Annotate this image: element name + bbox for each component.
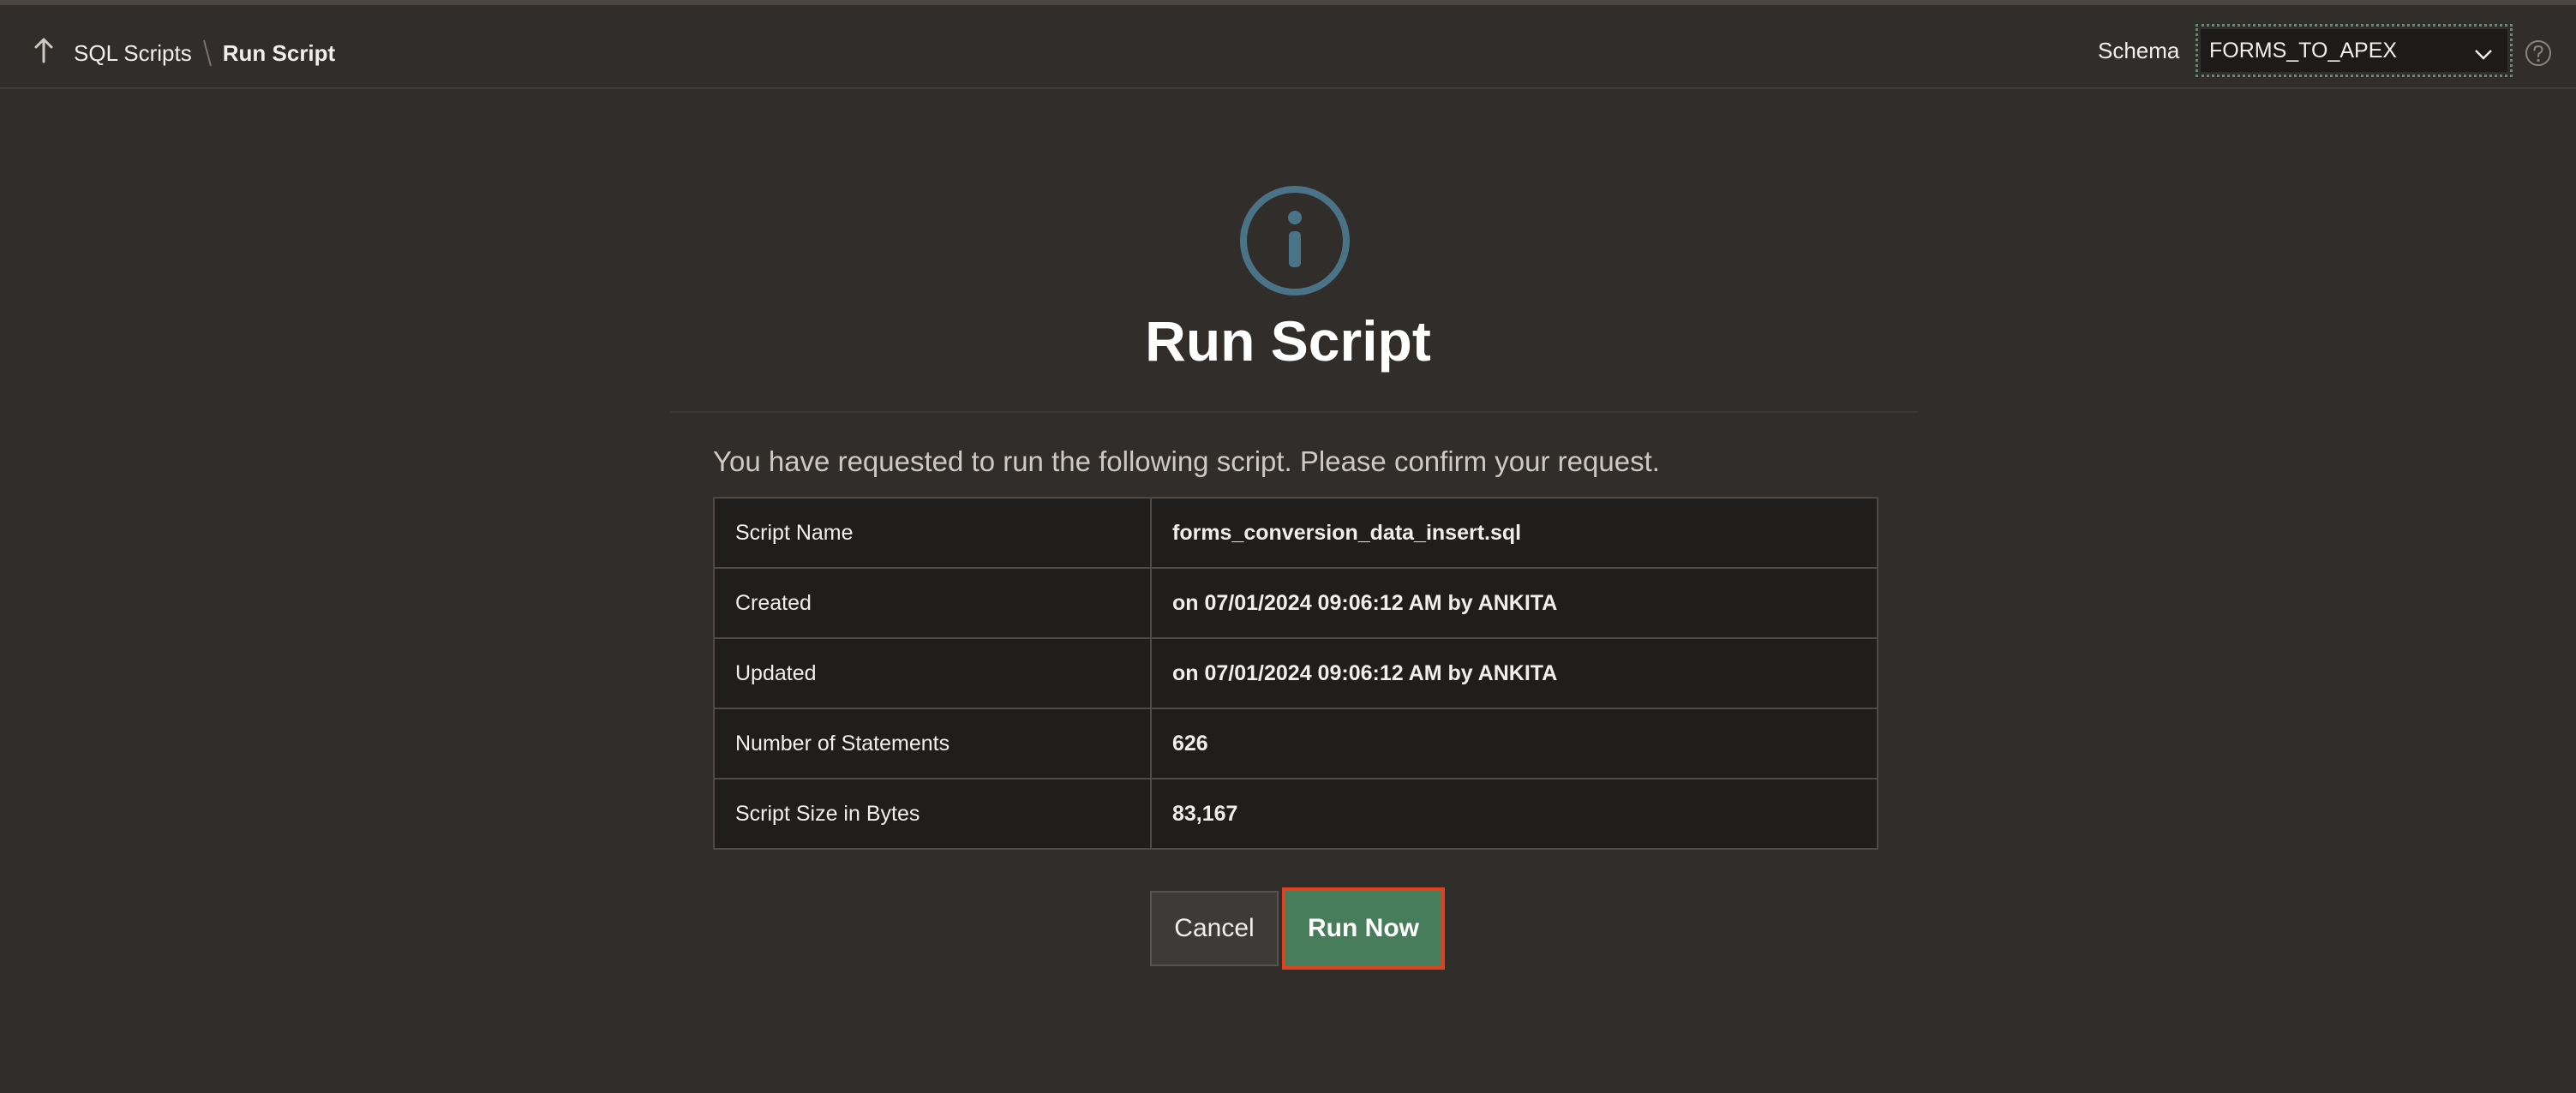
info-icon <box>1239 185 1351 296</box>
detail-key: Script Name <box>713 497 1152 569</box>
cancel-button[interactable]: Cancel <box>1150 891 1279 966</box>
script-details-table: Script Name forms_conversion_data_insert… <box>713 497 1878 850</box>
schema-select[interactable]: FORMS_TO_APEX <box>2196 24 2513 77</box>
confirmation-message: You have requested to run the following … <box>713 445 1660 477</box>
title-divider <box>670 411 1918 413</box>
arrow-up-icon[interactable] <box>31 36 57 67</box>
breadcrumb: SQL Scripts Run Script <box>74 34 335 72</box>
detail-value: on 07/01/2024 09:06:12 AM by ANKITA <box>1150 637 1878 709</box>
detail-key: Script Size in Bytes <box>713 778 1152 850</box>
page-title: Run Script <box>1145 309 1431 373</box>
chevron-down-icon <box>2473 43 2494 68</box>
table-row: Number of Statements 626 <box>713 708 1878 779</box>
breadcrumb-separator <box>202 39 213 68</box>
detail-value: 83,167 <box>1150 778 1878 850</box>
page-header: SQL Scripts Run Script Schema FORMS_TO_A… <box>0 5 2576 89</box>
detail-key: Created <box>713 567 1152 639</box>
detail-value: 626 <box>1150 708 1878 779</box>
detail-value: on 07/01/2024 09:06:12 AM by ANKITA <box>1150 567 1878 639</box>
schema-selected-value: FORMS_TO_APEX <box>2209 38 2398 63</box>
help-icon[interactable] <box>2525 39 2552 67</box>
schema-label: Schema <box>2098 38 2180 63</box>
breadcrumb-current: Run Script <box>222 39 336 66</box>
detail-value: forms_conversion_data_insert.sql <box>1150 497 1878 569</box>
table-row: Script Name forms_conversion_data_insert… <box>713 497 1878 569</box>
table-row: Created on 07/01/2024 09:06:12 AM by ANK… <box>713 567 1878 639</box>
detail-key: Number of Statements <box>713 708 1152 779</box>
table-row: Updated on 07/01/2024 09:06:12 AM by ANK… <box>713 637 1878 709</box>
run-now-button[interactable]: Run Now <box>1282 887 1445 970</box>
breadcrumb-sql-scripts-link[interactable]: SQL Scripts <box>74 40 192 67</box>
schema-select-field[interactable]: FORMS_TO_APEX <box>2201 29 2507 72</box>
table-row: Script Size in Bytes 83,167 <box>713 778 1878 850</box>
detail-key: Updated <box>713 637 1152 709</box>
